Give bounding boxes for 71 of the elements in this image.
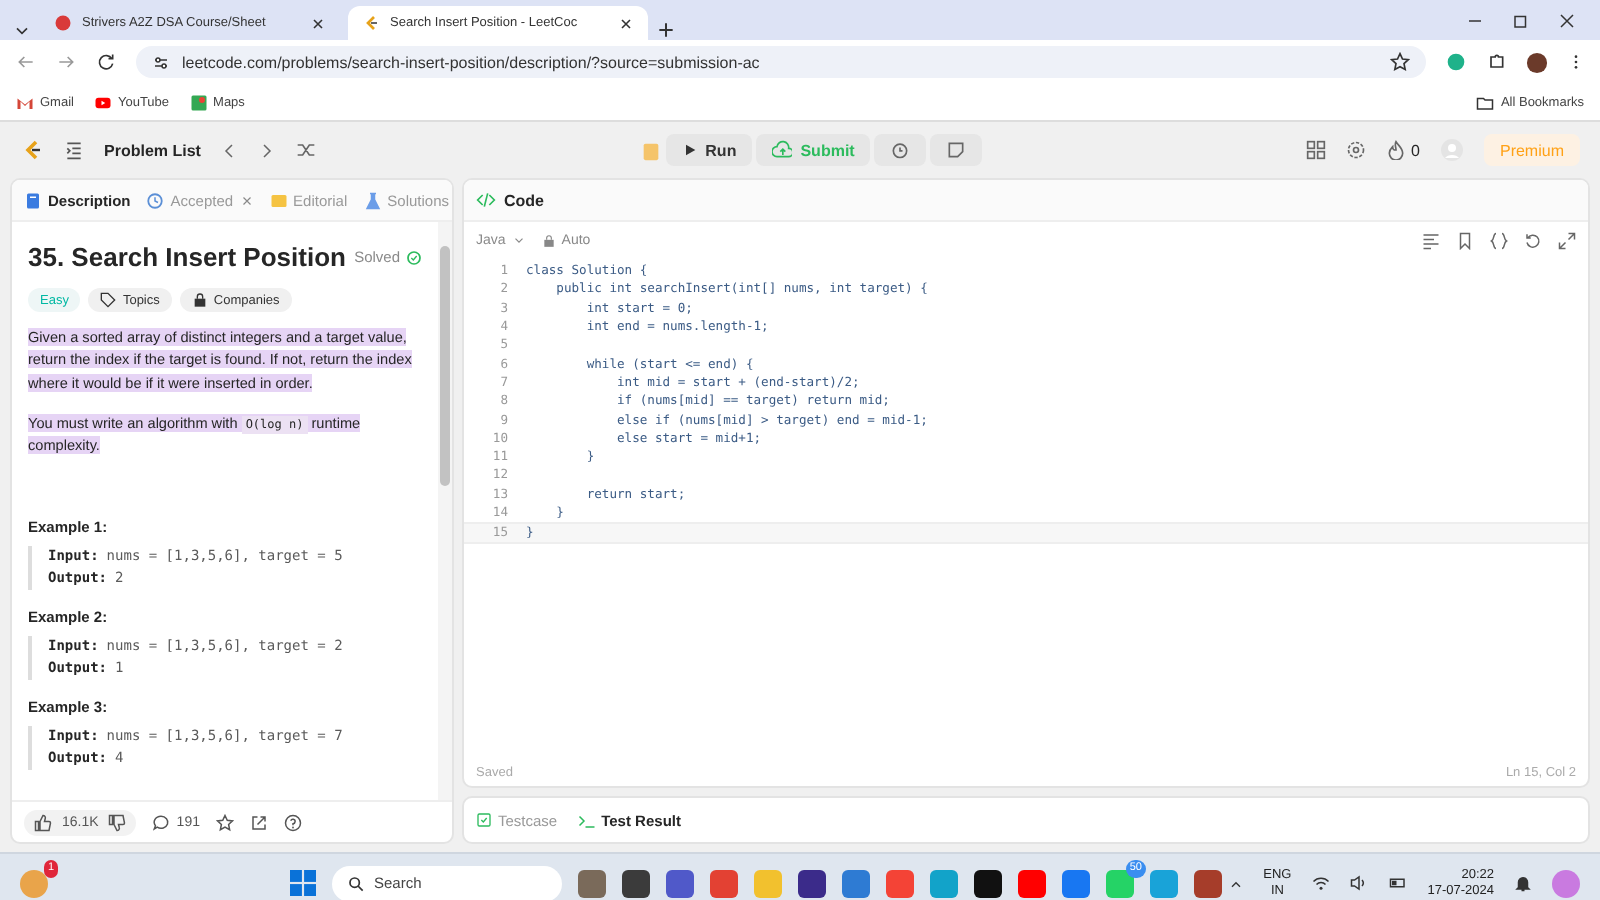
folder-icon <box>1476 93 1495 111</box>
restore-icon[interactable] <box>1512 11 1530 29</box>
lock-icon <box>191 292 208 308</box>
comment-icon <box>152 813 171 831</box>
scrollbar[interactable] <box>438 222 452 800</box>
thumbs-up-icon <box>34 813 52 831</box>
notes-button[interactable] <box>930 134 983 166</box>
thumbs-down-icon <box>108 813 127 831</box>
braces-icon[interactable] <box>1490 231 1508 249</box>
play-icon <box>93 93 112 111</box>
bell-icon[interactable] <box>1514 874 1532 892</box>
site-settings-icon <box>152 53 170 71</box>
terminal-icon <box>577 811 596 829</box>
bookmark-icon[interactable] <box>1456 231 1474 249</box>
help-icon[interactable] <box>283 813 302 831</box>
flask-icon <box>363 191 382 209</box>
avatar-icon[interactable] <box>1526 51 1548 73</box>
speaker-icon[interactable] <box>1349 874 1368 892</box>
problem-list-link[interactable]: Problem List <box>104 141 201 159</box>
shuffle-icon[interactable] <box>296 140 317 160</box>
layout-icon[interactable] <box>1305 140 1326 160</box>
star-icon[interactable] <box>1390 52 1410 72</box>
history-icon <box>146 191 165 209</box>
list-icon[interactable] <box>64 140 84 160</box>
forward-icon[interactable] <box>56 52 76 72</box>
close-icon[interactable] <box>310 15 326 31</box>
alarm-button[interactable] <box>874 134 927 166</box>
app-icon[interactable] <box>798 869 826 897</box>
doc-icon <box>24 191 42 209</box>
note-icon <box>946 140 967 160</box>
windows-start-icon[interactable] <box>290 870 316 896</box>
check-circle-icon <box>406 249 422 265</box>
close-icon[interactable] <box>618 15 634 31</box>
expand-icon[interactable] <box>1558 231 1576 249</box>
alarm-clock-icon <box>890 140 911 160</box>
share-icon[interactable] <box>249 813 268 831</box>
code-icon <box>476 190 496 210</box>
app-icon[interactable] <box>622 869 650 897</box>
address-bar[interactable]: leetcode.com/problems/search-insert-position/description/?source=submission-ac <box>136 46 1426 78</box>
round-logo-icon <box>54 14 72 32</box>
format-icon[interactable] <box>1422 231 1440 249</box>
flame-icon <box>1385 140 1406 160</box>
run-button[interactable]: Run <box>665 134 753 166</box>
problem-title: 35. Search Insert Position <box>28 242 346 272</box>
map-pin-icon <box>189 93 208 111</box>
chevron-down-icon <box>511 233 526 247</box>
back-icon[interactable] <box>16 52 36 72</box>
chevron-left-icon[interactable] <box>220 141 239 159</box>
settings-icon[interactable] <box>1345 140 1366 160</box>
battery-icon[interactable] <box>1387 874 1408 892</box>
lock-icon <box>541 233 556 247</box>
app-icon[interactable] <box>974 869 1002 897</box>
editor-title: Code <box>504 191 544 209</box>
close-icon <box>239 193 254 207</box>
mail-icon <box>16 93 34 111</box>
puzzle-icon[interactable] <box>1486 52 1506 72</box>
new-tab-icon[interactable] <box>656 20 676 40</box>
leetcode-logo-icon <box>362 14 380 32</box>
checkbox-icon <box>476 812 492 828</box>
streak-count: 0 <box>1411 141 1420 159</box>
reload-icon[interactable] <box>96 52 116 72</box>
tag-icon <box>100 292 117 308</box>
close-icon[interactable] <box>1558 11 1576 29</box>
wifi-icon[interactable] <box>1311 874 1330 892</box>
chevron-right-icon[interactable] <box>258 141 277 159</box>
star-icon[interactable] <box>215 813 234 831</box>
play-icon <box>681 142 698 158</box>
leetcode-logo-icon[interactable] <box>20 138 44 162</box>
cloud-upload-icon <box>772 140 793 160</box>
reset-icon[interactable] <box>1524 231 1542 249</box>
search-icon <box>348 875 364 891</box>
